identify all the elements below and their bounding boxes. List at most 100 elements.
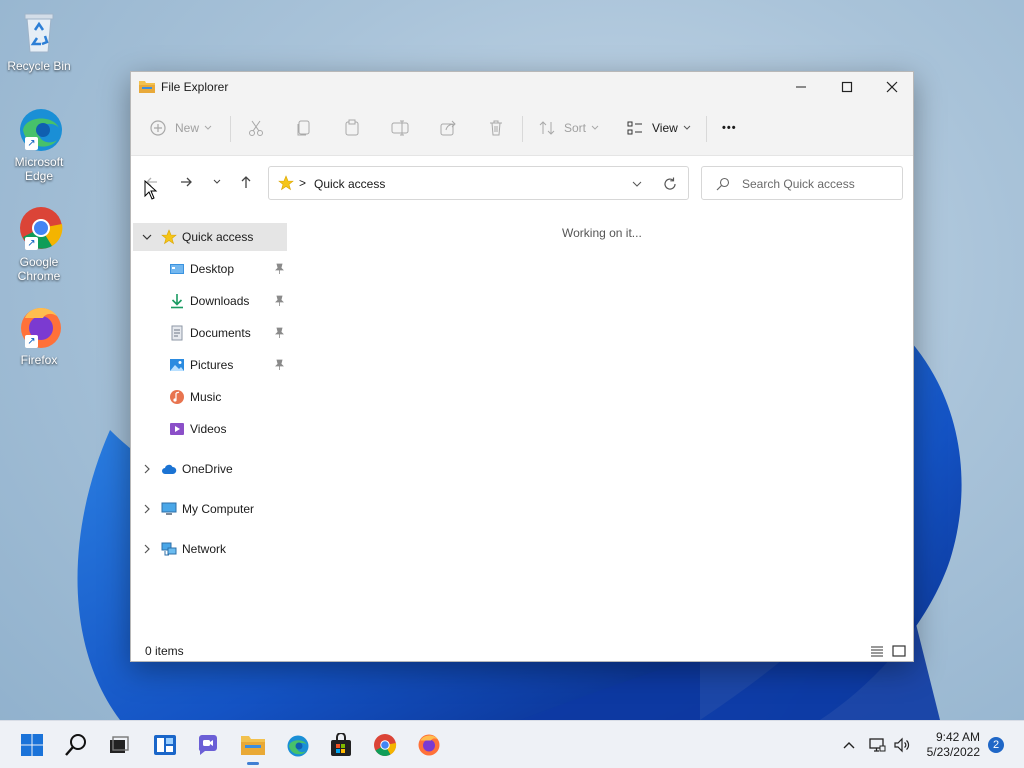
teams-chat-button[interactable] — [193, 730, 223, 760]
firefox-icon: ↗ — [15, 302, 63, 350]
more-options-button[interactable]: ••• — [722, 112, 737, 144]
clock[interactable]: 9:42 AM 5/23/2022 — [920, 730, 980, 760]
pin-icon[interactable] — [273, 263, 285, 275]
store-taskbar-button[interactable] — [326, 730, 356, 760]
desktop-icon-label: Recycle Bin — [7, 59, 71, 73]
copy-icon — [297, 120, 310, 136]
refresh-icon[interactable] — [663, 177, 677, 191]
chevron-down-icon — [683, 125, 691, 130]
nav-item-label: Desktop — [190, 262, 235, 276]
arrow-up-icon — [241, 176, 251, 188]
nav-item-music[interactable]: Music — [133, 383, 287, 411]
rename-icon — [391, 120, 409, 136]
firefox-taskbar-button[interactable] — [414, 730, 444, 760]
desktop-icon-chrome[interactable]: ↗ Google Chrome — [4, 204, 74, 283]
task-view-button[interactable] — [104, 730, 134, 760]
search-box[interactable]: Search Quick access — [701, 166, 903, 200]
notification-badge[interactable]: 2 — [988, 737, 1004, 753]
nav-item-label: Videos — [190, 422, 227, 436]
nav-item-label: My Computer — [182, 502, 255, 516]
chevron-down-icon[interactable] — [631, 178, 643, 190]
chrome-icon: ↗ — [15, 204, 63, 252]
delete-button[interactable] — [487, 112, 505, 144]
start-button[interactable] — [17, 730, 47, 760]
volume-tray-button[interactable] — [889, 730, 915, 760]
search-icon — [65, 734, 86, 756]
document-icon — [171, 325, 183, 341]
task-view-icon — [110, 736, 129, 753]
download-icon — [171, 294, 183, 309]
loading-message: Working on it... — [562, 226, 642, 240]
chevron-right-icon[interactable] — [141, 503, 153, 515]
nav-item-label: Documents — [190, 326, 251, 340]
show-hidden-icons-button[interactable] — [835, 730, 863, 760]
search-placeholder: Search Quick access — [742, 177, 855, 191]
up-button[interactable] — [235, 171, 257, 193]
minimize-button[interactable] — [778, 72, 824, 102]
pin-icon[interactable] — [273, 359, 285, 371]
title-bar[interactable]: File Explorer — [131, 72, 913, 102]
network-tray-button[interactable] — [864, 730, 890, 760]
mouse-cursor — [144, 179, 158, 203]
chevron-right-icon[interactable] — [141, 543, 153, 555]
chevron-up-icon — [843, 742, 855, 749]
chevron-right-icon[interactable] — [141, 463, 153, 475]
edge-icon — [287, 735, 309, 757]
file-explorer-window: File Explorer New Sort View ••• > Quick … — [130, 71, 914, 662]
maximize-button[interactable] — [824, 72, 870, 102]
sort-button[interactable]: Sort — [538, 112, 600, 144]
copy-button[interactable] — [295, 112, 313, 144]
desktop-icon-recycle-bin[interactable]: Recycle Bin — [4, 8, 74, 73]
new-icon — [150, 120, 166, 136]
nav-item-label: Music — [190, 390, 222, 404]
status-item-count: 0 items — [145, 644, 184, 658]
sort-icon — [539, 121, 555, 135]
search-icon — [716, 177, 730, 191]
nav-item-label: OneDrive — [182, 462, 233, 476]
nav-item-my-computer[interactable]: My Computer — [133, 495, 287, 523]
nav-item-label: Quick access — [182, 230, 254, 244]
arrow-right-icon — [181, 177, 192, 187]
paste-button[interactable] — [343, 112, 361, 144]
nav-item-videos[interactable]: Videos — [133, 415, 287, 443]
desktop-icon-firefox[interactable]: ↗ Firefox — [4, 302, 74, 367]
desktop-icon-label: Firefox — [20, 353, 58, 367]
widgets-icon — [154, 735, 176, 755]
file-explorer-taskbar-button[interactable] — [238, 730, 268, 765]
widgets-button[interactable] — [150, 730, 180, 760]
desktop-folder-icon — [170, 264, 184, 274]
breadcrumb-quick-access[interactable]: Quick access — [314, 177, 385, 191]
new-button[interactable]: New — [149, 112, 213, 144]
breadcrumb-separator: > — [299, 176, 307, 190]
chrome-taskbar-button[interactable] — [370, 730, 400, 760]
pin-icon[interactable] — [273, 295, 285, 307]
nav-item-documents[interactable]: Documents — [133, 319, 287, 347]
pin-icon[interactable] — [273, 327, 285, 339]
network-icon — [161, 542, 177, 556]
nav-item-network[interactable]: Network — [133, 535, 287, 563]
forward-button[interactable] — [175, 171, 197, 193]
close-button[interactable] — [869, 72, 915, 102]
large-icons-view-button[interactable] — [891, 643, 907, 659]
address-bar[interactable]: > Quick access — [268, 166, 689, 200]
details-view-button[interactable] — [869, 643, 885, 659]
edge-taskbar-button[interactable] — [282, 730, 312, 760]
share-button[interactable] — [439, 112, 457, 144]
nav-item-pictures[interactable]: Pictures — [133, 351, 287, 379]
view-button[interactable]: View — [626, 112, 692, 144]
nav-item-downloads[interactable]: Downloads — [133, 287, 287, 315]
nav-item-quick-access[interactable]: Quick access — [133, 223, 287, 251]
large-icons-view-icon — [892, 645, 906, 657]
nav-item-desktop[interactable]: Desktop — [133, 255, 287, 283]
navigation-row: > Quick access Search Quick access — [131, 157, 913, 205]
search-taskbar-button[interactable] — [61, 730, 91, 760]
chevron-down-icon[interactable] — [141, 231, 153, 243]
cut-button[interactable] — [247, 112, 265, 144]
recent-locations-button[interactable] — [206, 171, 228, 193]
maximize-icon — [841, 81, 853, 93]
nav-item-onedrive[interactable]: OneDrive — [133, 455, 287, 483]
command-bar: New Sort View ••• — [131, 102, 913, 156]
desktop-icon-edge[interactable]: ↗ Microsoft Edge — [4, 104, 74, 183]
file-explorer-icon — [139, 79, 155, 93]
rename-button[interactable] — [391, 112, 409, 144]
